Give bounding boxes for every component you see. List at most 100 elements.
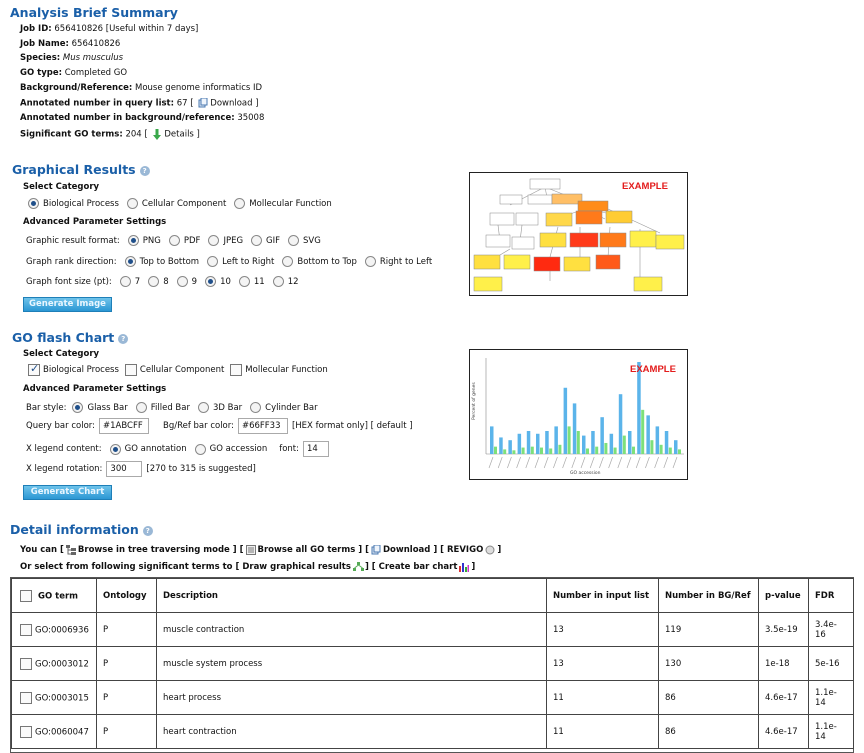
font-10-label: 10	[220, 276, 231, 287]
table-row: GO:0003012 P muscle system process 13 13…	[11, 646, 854, 681]
browse-all-link[interactable]: Browse all GO terms ] [	[258, 545, 369, 555]
annotated-background: Annotated number in background/reference…	[20, 113, 265, 123]
go-term-link[interactable]: GO:0006936	[35, 625, 89, 635]
draw-graphical-link[interactable]: Or select from following significant ter…	[20, 562, 351, 572]
query-bar	[526, 431, 531, 454]
chart-y-label: Percent of genes	[472, 382, 477, 420]
download-revigo-link[interactable]: Download ] [ REVIGO	[383, 545, 483, 555]
checkbox-molecular-function[interactable]	[230, 364, 243, 376]
bg-color-input[interactable]: #66FF33	[237, 418, 288, 434]
bg-ref-bar	[503, 449, 507, 454]
row-checkbox[interactable]	[20, 725, 32, 738]
radio-font-10[interactable]	[205, 276, 217, 287]
query-bar	[499, 437, 503, 454]
radio-font-9[interactable]	[176, 276, 188, 287]
rotation-label: X legend rotation:	[26, 464, 103, 474]
radio-molecular-function[interactable]	[234, 198, 246, 209]
bg-ref-bar	[512, 450, 516, 454]
checkbox-cellular-component[interactable]	[124, 364, 137, 376]
bg-ref-bar	[494, 446, 497, 454]
legend-content-row: X legend content: GO annotation GO acces…	[26, 441, 333, 457]
bg-ref-bar	[586, 448, 589, 454]
go-term-link[interactable]: GO:0003012	[35, 659, 89, 669]
radio-font-8[interactable]	[148, 276, 160, 287]
radio-jpeg[interactable]	[208, 235, 220, 246]
radio-svg[interactable]	[288, 235, 300, 246]
bg-ref-bar	[678, 449, 681, 454]
radio-go-annotation[interactable]	[109, 443, 121, 455]
rotation-input[interactable]: 300	[106, 461, 143, 477]
radio-filled-bar[interactable]	[135, 402, 147, 413]
radio-3d-bar[interactable]	[197, 402, 209, 413]
download-icon	[371, 544, 381, 555]
species: Species: Mus musculus	[20, 53, 124, 63]
generate-chart-button[interactable]: Generate Chart	[23, 485, 112, 500]
p-value-cell: 4.6e-17	[758, 714, 809, 749]
checkbox-biological-process[interactable]	[28, 362, 40, 376]
generate-image-button[interactable]: Generate Image	[23, 297, 112, 312]
query-bar	[572, 403, 577, 454]
graphical-select-category: Select Category	[23, 182, 100, 192]
help-icon[interactable]: ?	[118, 334, 129, 344]
revigo-icon[interactable]	[485, 545, 495, 555]
row-checkbox[interactable]	[20, 691, 32, 704]
results-table: GO term Ontology Description Number in i…	[11, 578, 854, 749]
label-cellular-component: Cellular Component	[141, 198, 227, 209]
select-all-checkbox[interactable]	[20, 589, 32, 602]
bottom-to-top-label: Bottom to Top	[297, 256, 357, 267]
fdr-cell: 1.1e-14	[808, 714, 854, 749]
query-color-input[interactable]: #1ABCFF	[98, 418, 149, 434]
create-bar-chart-link[interactable]: ] [ Create bar chart	[365, 562, 457, 572]
x-tick-label	[580, 456, 586, 469]
help-icon[interactable]: ?	[142, 526, 153, 536]
radio-left-to-right[interactable]	[207, 256, 219, 267]
radio-glass-bar[interactable]	[72, 402, 84, 413]
x-tick-label	[608, 456, 613, 469]
gif-label: GIF	[266, 235, 281, 246]
legend-font-input[interactable]: 14	[303, 441, 329, 457]
graphical-results-title: Graphical Results?	[12, 162, 150, 177]
ontology-cell: P	[96, 714, 157, 749]
radio-pdf[interactable]	[168, 235, 180, 246]
radio-font-7[interactable]	[119, 276, 131, 287]
x-tick-label	[589, 456, 595, 469]
browse-tree-link[interactable]: Browse in tree traversing mode ] [	[78, 545, 244, 555]
go-term-cell: GO:0060047	[11, 714, 97, 749]
radio-png[interactable]	[127, 235, 139, 246]
query-bar	[563, 387, 568, 454]
go-term-link[interactable]: GO:0060047	[35, 727, 89, 737]
download-link[interactable]: Download ]	[210, 99, 258, 109]
radio-biological-process[interactable]	[28, 198, 39, 209]
radio-go-accession[interactable]	[194, 443, 206, 455]
p-value-cell: 3.5e-19	[758, 612, 809, 647]
radio-gif[interactable]	[251, 235, 263, 246]
help-icon[interactable]: ?	[139, 166, 150, 176]
bar-chart-icon	[459, 562, 470, 572]
radio-cylinder-bar[interactable]	[250, 402, 262, 413]
left-to-right-label: Left to Right	[222, 256, 275, 267]
label-molecular-function: Mollecular Function	[245, 365, 328, 375]
tree-icon	[65, 545, 76, 555]
row-checkbox[interactable]	[20, 657, 32, 670]
row-checkbox[interactable]	[20, 623, 32, 636]
query-bar	[582, 435, 586, 454]
go-term-link[interactable]: GO:0003015	[35, 693, 89, 703]
details-link[interactable]: Details ]	[164, 130, 200, 140]
query-color-label: Query bar color:	[26, 421, 95, 431]
3d-bar-label: 3D Bar	[212, 402, 243, 413]
bg-count-cell: 130	[658, 646, 759, 681]
radio-font-11[interactable]	[238, 276, 250, 287]
font-12-label: 12	[287, 276, 299, 287]
radio-font-12[interactable]	[272, 276, 284, 287]
radio-bottom-to-top[interactable]	[282, 256, 294, 267]
you-can-text: You can [	[20, 545, 64, 555]
col-number-input: Number in input list	[546, 578, 659, 613]
radio-top-to-bottom[interactable]	[124, 256, 136, 267]
bg-ref-bar	[632, 446, 635, 454]
bg-ref-bar	[641, 409, 645, 454]
radio-cellular-component[interactable]	[126, 198, 138, 209]
radio-right-to-left[interactable]	[364, 256, 376, 267]
hex-note: [HEX format only] [ default ]	[291, 421, 413, 431]
flash-advanced-title: Advanced Parameter Settings	[23, 384, 167, 394]
format-label: Graphic result format:	[26, 235, 120, 246]
